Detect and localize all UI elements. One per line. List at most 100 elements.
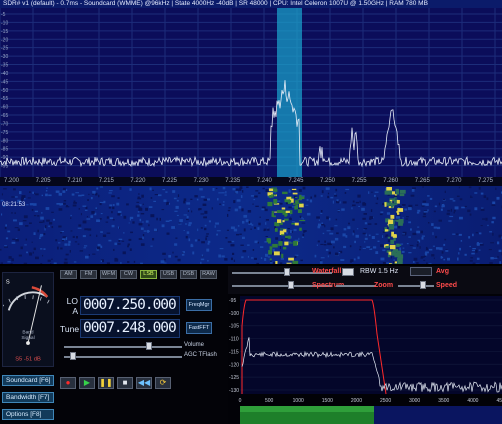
audio-y-tick: -100 bbox=[229, 311, 239, 317]
rewind-button[interactable]: ◀◀ bbox=[136, 377, 152, 389]
volume-slider-track[interactable] bbox=[64, 346, 182, 348]
waterfall-display[interactable]: 08:21:53 bbox=[0, 186, 502, 264]
mode-fm-button[interactable]: FM bbox=[80, 270, 97, 279]
spectrum-y-tick: -55 bbox=[1, 96, 8, 102]
s-meter: S Band Signal S5 ‑51 dB bbox=[2, 272, 54, 367]
agc-slider-thumb[interactable] bbox=[69, 352, 76, 360]
s-meter-label-top: Band bbox=[22, 329, 34, 335]
spectrum-y-tick: -30 bbox=[1, 54, 8, 60]
waterfall-timestamp: 08:21:53 bbox=[2, 202, 26, 208]
rbw-dropdown[interactable] bbox=[410, 267, 432, 276]
spectrum-display[interactable]: -5 -10 -15 -20 -25 -30 -35 -40 -45 -50 -55 -60 -65 -7… bbox=[0, 8, 502, 178]
frequency-tick: 7.265 bbox=[414, 178, 430, 184]
pause-icon: ❚❚ bbox=[99, 378, 113, 387]
audio-y-tick: -120 bbox=[229, 362, 239, 368]
waterfall-level-box[interactable] bbox=[342, 268, 354, 276]
audio-x-tick: 2500 bbox=[380, 398, 391, 404]
stop-button[interactable]: ■ bbox=[117, 377, 133, 389]
speed-slider-track[interactable] bbox=[398, 285, 434, 287]
frequency-tick: 7.260 bbox=[383, 178, 399, 184]
frequency-scale: 7.200 7.205 7.210 7.215 7.220 7.225 7.230 7.235… bbox=[0, 177, 502, 186]
spectrum-y-tick: -45 bbox=[1, 79, 8, 85]
spectrum-y-tick: -85 bbox=[1, 147, 8, 153]
bandwidth-button[interactable]: Bandwidth [F7] bbox=[2, 392, 54, 403]
loop-icon: ⟳ bbox=[159, 378, 167, 387]
fastfft-button[interactable]: FastFFT bbox=[186, 322, 212, 334]
mode-wfm-button[interactable]: WFM bbox=[100, 270, 117, 279]
speed-slider-thumb[interactable] bbox=[420, 281, 426, 289]
spectrum-y-tick: -20 bbox=[1, 37, 8, 43]
soundcard-button[interactable]: Soundcard [F6] bbox=[2, 375, 54, 386]
mode-am-button[interactable]: AM bbox=[60, 270, 77, 279]
frequency-tick: 7.220 bbox=[130, 178, 146, 184]
audio-x-tick: 1500 bbox=[322, 398, 333, 404]
tune-frequency-display[interactable]: 0007.248.000 bbox=[80, 319, 180, 338]
frequency-tick: 7.255 bbox=[351, 178, 367, 184]
title-bar: SDR# v1 (default) ‑ 0.7ms ‑ Soundcard (W… bbox=[0, 0, 502, 8]
mode-lsb-button[interactable]: LSB bbox=[140, 270, 157, 279]
stop-icon: ■ bbox=[122, 378, 128, 387]
freqmgr-button[interactable]: FreqMgr bbox=[186, 299, 212, 311]
audio-y-tick: -95 bbox=[229, 298, 236, 304]
record-icon: ● bbox=[65, 378, 71, 387]
audio-y-tick: -105 bbox=[229, 324, 239, 330]
s-meter-label-bottom: Signal bbox=[21, 335, 34, 341]
s-meter-title: S bbox=[6, 279, 10, 285]
waterfall-settings-panel: Waterfall RBW 1.5 Hz Avg Spectrum Zoom S… bbox=[228, 266, 502, 294]
audio-y-tick: -110 bbox=[229, 337, 239, 343]
options-button[interactable]: Options [F8] bbox=[2, 409, 54, 420]
lo-frequency-display[interactable]: 0007.250.000 bbox=[80, 296, 180, 315]
transport-controls: ● ▶ ❚❚ ■ ◀◀ ⟳ bbox=[60, 377, 171, 389]
audio-x-tick: 3000 bbox=[409, 398, 420, 404]
mode-dsb-button[interactable]: DSB bbox=[180, 270, 197, 279]
spectrum-slider-thumb[interactable] bbox=[288, 281, 294, 289]
rbw-label: RBW bbox=[360, 268, 377, 275]
spectrum-y-tick: -70 bbox=[1, 121, 8, 127]
volume-label: Volume bbox=[184, 342, 205, 348]
mode-usb-button[interactable]: USB bbox=[160, 270, 177, 279]
frequency-tick: 7.215 bbox=[98, 178, 114, 184]
lo-frequency-row: LO A 0007.250.000 bbox=[60, 295, 180, 316]
avg-label: Avg bbox=[436, 268, 449, 275]
spectrum-y-tick: -80 bbox=[1, 138, 8, 144]
zoom-slider-track[interactable] bbox=[336, 285, 376, 287]
mode-raw-button[interactable]: RAW bbox=[200, 270, 217, 279]
frequency-tick: 7.205 bbox=[35, 178, 51, 184]
audio-x-tick: 3500 bbox=[438, 398, 449, 404]
audio-y-tick: -115 bbox=[229, 349, 239, 355]
loop-button[interactable]: ⟳ bbox=[155, 377, 171, 389]
waterfall-slider-thumb[interactable] bbox=[284, 268, 290, 276]
record-button[interactable]: ● bbox=[60, 377, 76, 389]
agc-slider-track[interactable] bbox=[64, 356, 182, 358]
audio-x-tick: 500 bbox=[265, 398, 274, 404]
waterfall-label: Waterfall bbox=[312, 268, 342, 275]
spectrum-y-tick: -10 bbox=[1, 20, 8, 26]
control-panel: S Band Signal S5 ‑51 dB Soundcard [F6] B… bbox=[0, 266, 228, 424]
rewind-icon: ◀◀ bbox=[137, 378, 151, 387]
audio-x-tick: 4000 bbox=[467, 398, 478, 404]
volume-slider-thumb[interactable] bbox=[145, 342, 152, 350]
play-icon: ▶ bbox=[83, 378, 91, 387]
frequency-tick: 7.210 bbox=[67, 178, 83, 184]
agc-label: AGC TFlash bbox=[184, 352, 217, 358]
speed-label: Speed bbox=[436, 282, 458, 289]
spectrum-y-tick: -40 bbox=[1, 71, 8, 77]
frequency-tick: 7.240 bbox=[256, 178, 272, 184]
frequency-tick: 7.200 bbox=[4, 178, 20, 184]
rbw-value[interactable]: 1.5 Hz bbox=[378, 268, 398, 275]
spectrum-y-tick: -5 bbox=[1, 12, 6, 18]
pause-button[interactable]: ❚❚ bbox=[98, 377, 114, 389]
s-meter-reading: S5 ‑51 dB bbox=[15, 356, 41, 362]
audio-spectrum-display[interactable]: -95 -100 -105 -110 -115 -120 -125 -130 0 500 1000… bbox=[228, 294, 502, 424]
spectrum-y-tick: -75 bbox=[1, 130, 8, 136]
spectrum-y-tick: -50 bbox=[1, 88, 8, 94]
play-button[interactable]: ▶ bbox=[79, 377, 95, 389]
zoom-label: Zoom bbox=[374, 282, 394, 289]
lo-label: LO A bbox=[66, 295, 78, 316]
audio-x-tick: 0 bbox=[239, 398, 242, 404]
mode-cw-button[interactable]: CW bbox=[120, 270, 137, 279]
spectrum-y-tick: -15 bbox=[1, 29, 8, 35]
spectrum-y-tick: -65 bbox=[1, 113, 8, 119]
frequency-tick: 7.250 bbox=[320, 178, 336, 184]
frequency-tick: 7.270 bbox=[446, 178, 462, 184]
